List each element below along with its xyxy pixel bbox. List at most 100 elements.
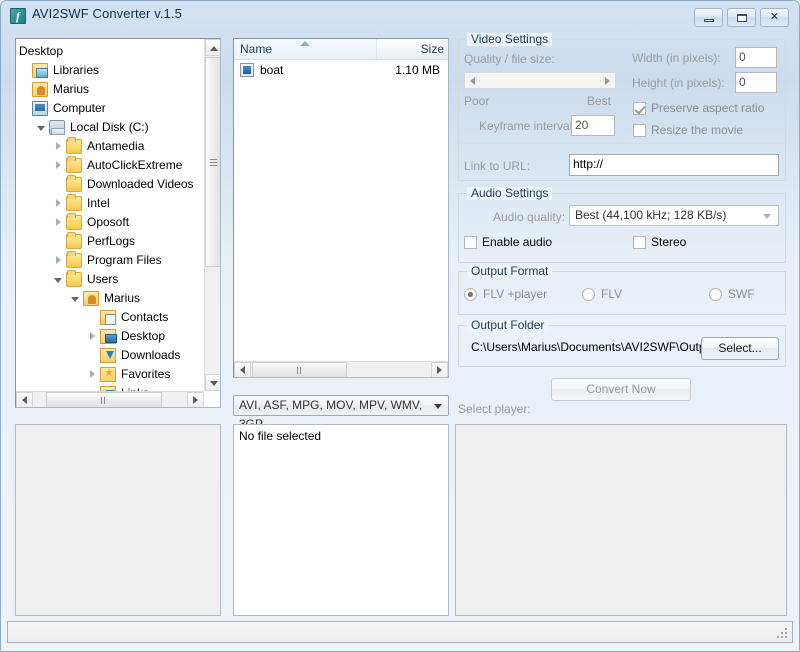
file-list-horizontal-scrollbar[interactable] bbox=[234, 361, 448, 377]
radio-circle bbox=[709, 288, 722, 301]
checkbox-box bbox=[633, 124, 646, 137]
width-input[interactable]: 0 bbox=[735, 47, 777, 68]
tree-node[interactable]: Users bbox=[19, 270, 203, 289]
column-header-name[interactable]: Name bbox=[234, 39, 377, 59]
tree-node[interactable]: Downloaded Videos bbox=[19, 175, 203, 194]
tree-node-label: Libraries bbox=[53, 63, 100, 77]
minimize-button[interactable] bbox=[694, 8, 723, 27]
chevron-right-icon[interactable] bbox=[88, 332, 97, 341]
chevron-right-icon[interactable] bbox=[54, 199, 63, 208]
tree-node[interactable]: AutoClickExtreme bbox=[19, 156, 203, 175]
slider-right-arrow-icon bbox=[605, 77, 610, 85]
tree-node[interactable]: Downloads bbox=[19, 346, 203, 365]
quality-min-label: Poor bbox=[464, 94, 490, 108]
tree-node[interactable]: Program Files bbox=[19, 251, 203, 270]
tree-node[interactable]: Favorites bbox=[19, 365, 203, 384]
desktop-icon bbox=[100, 329, 117, 344]
lib-icon bbox=[32, 63, 48, 78]
video-settings-title: Video Settings bbox=[467, 33, 553, 46]
tree-node[interactable]: Local Disk (C:) bbox=[19, 118, 203, 137]
tree-node-label: Favorites bbox=[121, 367, 171, 381]
folder-tree[interactable]: Desktop Libraries Marius Computer Local Disk… bbox=[15, 38, 221, 408]
tree-node[interactable]: Marius bbox=[19, 289, 203, 308]
chevron-down-icon[interactable] bbox=[71, 294, 80, 303]
chevron-right-icon[interactable] bbox=[54, 256, 63, 265]
chevron-right-icon[interactable] bbox=[54, 218, 63, 227]
enable-audio-label: Enable audio bbox=[482, 235, 553, 249]
select-output-folder-button[interactable]: Select... bbox=[701, 337, 779, 360]
output-folder-title: Output Folder bbox=[467, 319, 549, 332]
tree-node[interactable]: Oposoft bbox=[19, 213, 203, 232]
tree-node-label: Contacts bbox=[121, 310, 169, 324]
output-format-radio-label: FLV +player bbox=[483, 287, 548, 301]
fav-icon bbox=[100, 366, 116, 382]
tree-scroll-down-button[interactable] bbox=[205, 374, 220, 391]
maximize-icon bbox=[737, 14, 747, 22]
tree-hscroll-thumb[interactable] bbox=[46, 392, 162, 407]
file-type-filter-value: AVI, ASF, MPG, MOV, MPV, WMV, 3GP bbox=[239, 398, 423, 431]
chevron-down-icon[interactable] bbox=[54, 275, 63, 284]
stereo-label: Stereo bbox=[651, 235, 687, 249]
tree-node[interactable]: Libraries bbox=[19, 61, 203, 80]
width-label: Width (in pixels): bbox=[632, 51, 721, 65]
tree-node-label: Desktop bbox=[121, 329, 166, 343]
tree-node[interactable]: Desktop bbox=[19, 327, 203, 346]
title-bar: f AVI2SWF Converter v.1.5 ✕ bbox=[1, 1, 799, 31]
tree-node-label: Local Disk (C:) bbox=[70, 120, 149, 134]
file-list[interactable]: Name Size boat 1.10 MB bbox=[233, 38, 449, 378]
checkbox-box bbox=[633, 236, 646, 249]
tree-scroll-thumb[interactable] bbox=[205, 57, 220, 267]
file-type-filter-select[interactable]: AVI, ASF, MPG, MOV, MPV, WMV, 3GP bbox=[233, 395, 449, 431]
output-format-radio-label: SWF bbox=[728, 287, 755, 301]
tree-node[interactable]: Antamedia bbox=[19, 137, 203, 156]
filelist-scroll-right-button[interactable] bbox=[431, 362, 448, 377]
close-button[interactable]: ✕ bbox=[760, 8, 789, 27]
quality-slider[interactable] bbox=[464, 72, 616, 89]
tree-node[interactable]: Desktop bbox=[19, 42, 203, 61]
tree-node-label: Computer bbox=[53, 101, 106, 115]
tree-scroll-right-button[interactable] bbox=[187, 392, 204, 407]
chevron-right-icon[interactable] bbox=[54, 161, 63, 170]
video-settings-hdivider bbox=[459, 143, 785, 144]
tree-node-label: Users bbox=[87, 272, 119, 286]
audio-settings-title: Audio Settings bbox=[467, 187, 553, 200]
downloads-icon bbox=[100, 348, 116, 363]
chevron-down-icon[interactable] bbox=[37, 123, 46, 132]
folder-tree-nodes: Desktop Libraries Marius Computer Local Disk… bbox=[16, 39, 203, 407]
tree-node[interactable]: Computer bbox=[19, 99, 203, 118]
filelist-scroll-left-button[interactable] bbox=[234, 362, 251, 377]
convert-now-button[interactable]: Convert Now bbox=[551, 378, 691, 401]
maximize-button[interactable] bbox=[727, 8, 756, 27]
user-icon bbox=[83, 291, 99, 306]
tree-vertical-scrollbar[interactable] bbox=[204, 39, 220, 391]
video-settings-divider bbox=[621, 45, 622, 137]
column-header-size-label: Size bbox=[420, 42, 444, 56]
tree-node-label: Marius bbox=[53, 82, 90, 96]
chevron-right-icon[interactable] bbox=[88, 370, 97, 379]
tree-node[interactable]: Contacts bbox=[19, 308, 203, 327]
column-header-size[interactable]: Size bbox=[377, 39, 448, 59]
resize-grip-icon[interactable] bbox=[777, 628, 789, 640]
audio-quality-value: Best (44,100 kHz; 128 KB/s) bbox=[575, 208, 727, 222]
folder-icon bbox=[66, 194, 82, 211]
folder-icon bbox=[66, 175, 82, 192]
tree-scroll-left-button[interactable] bbox=[16, 392, 33, 407]
audio-quality-select[interactable]: Best (44,100 kHz; 128 KB/s) bbox=[569, 205, 779, 226]
chevron-right-icon[interactable] bbox=[54, 142, 63, 151]
keyframe-interval-input[interactable]: 20 bbox=[571, 115, 615, 136]
tree-node[interactable]: Intel bbox=[19, 194, 203, 213]
tree-horizontal-scrollbar[interactable] bbox=[16, 391, 204, 407]
slider-left-arrow-icon bbox=[470, 77, 475, 85]
quality-label: Quality / file size: bbox=[464, 52, 555, 66]
tree-scroll-up-button[interactable] bbox=[205, 39, 220, 56]
tree-node[interactable]: PerfLogs bbox=[19, 232, 203, 251]
table-row[interactable]: boat 1.10 MB bbox=[234, 60, 448, 80]
disk-icon bbox=[49, 120, 65, 135]
link-url-input[interactable]: http:// bbox=[569, 154, 779, 176]
folder-icon bbox=[66, 270, 82, 287]
folder-icon bbox=[66, 213, 82, 230]
filelist-hscroll-thumb[interactable] bbox=[252, 362, 347, 377]
height-input[interactable]: 0 bbox=[735, 72, 777, 93]
tree-node-label: Downloaded Videos bbox=[87, 177, 194, 191]
tree-node[interactable]: Marius bbox=[19, 80, 203, 99]
